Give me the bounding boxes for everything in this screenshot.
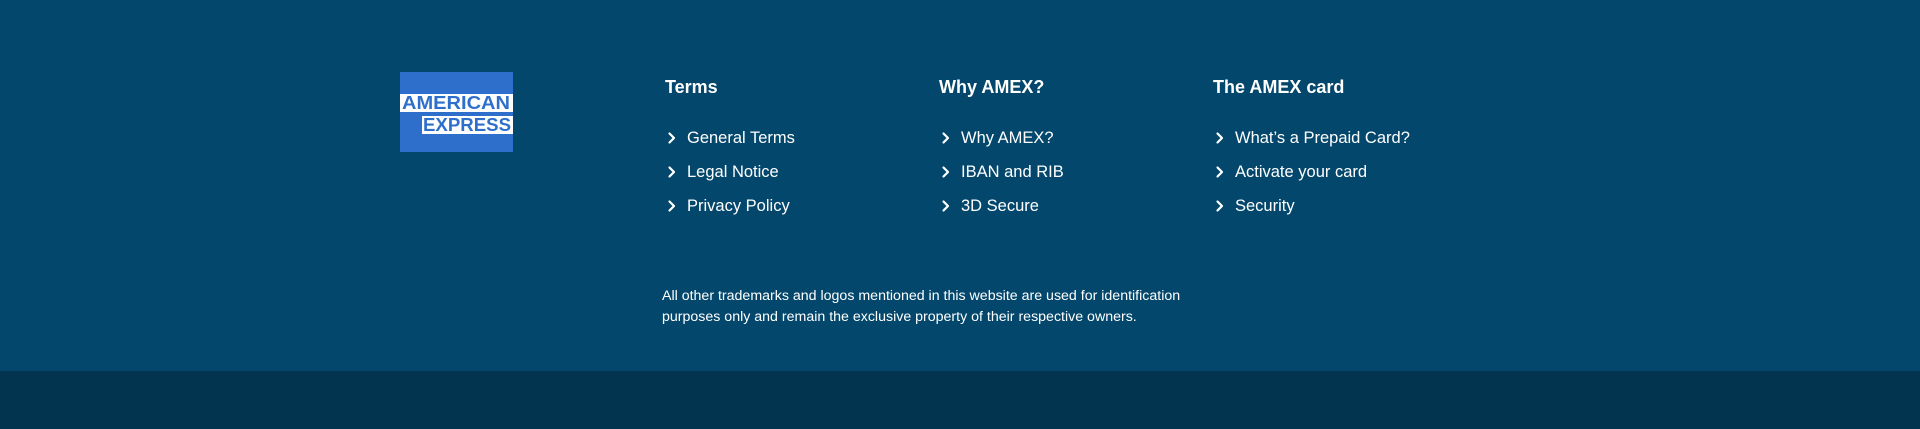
- footer: AMERICAN EXPRESS Terms General Terms Leg…: [0, 0, 1920, 371]
- chevron-right-icon: [1216, 166, 1224, 178]
- chevron-right-icon: [668, 132, 676, 144]
- link-label: IBAN and RIB: [961, 163, 1064, 181]
- chevron-right-icon: [668, 200, 676, 212]
- footer-link-security[interactable]: Security: [1213, 195, 1473, 229]
- column-heading: Terms: [665, 77, 718, 97]
- american-express-logo[interactable]: AMERICAN EXPRESS: [400, 72, 513, 152]
- footer-link-3d-secure[interactable]: 3D Secure: [939, 195, 1199, 229]
- link-label: 3D Secure: [961, 197, 1039, 215]
- footer-column-why-amex: Why AMEX? Why AMEX? IBAN and RIB 3D Secu…: [939, 76, 1199, 229]
- logo-line-2: EXPRESS: [423, 115, 511, 135]
- column-heading: The AMEX card: [1213, 77, 1345, 97]
- link-label: Privacy Policy: [687, 197, 790, 215]
- link-list: What’s a Prepaid Card? Activate your car…: [1213, 127, 1473, 229]
- footer-link-activate-card[interactable]: Activate your card: [1213, 161, 1473, 195]
- link-label: Activate your card: [1235, 163, 1368, 181]
- footer-link-general-terms[interactable]: General Terms: [665, 127, 925, 161]
- link-label: Security: [1235, 197, 1295, 215]
- chevron-right-icon: [668, 166, 676, 178]
- chevron-right-icon: [1216, 132, 1224, 144]
- link-label: Legal Notice: [687, 163, 779, 181]
- footer-column-the-amex-card: The AMEX card What’s a Prepaid Card? Act…: [1213, 76, 1473, 229]
- chevron-right-icon: [942, 200, 950, 212]
- footer-link-why-amex[interactable]: Why AMEX?: [939, 127, 1199, 161]
- chevron-right-icon: [942, 132, 950, 144]
- link-label: What’s a Prepaid Card?: [1235, 129, 1410, 147]
- link-label: Why AMEX?: [961, 129, 1054, 147]
- chevron-right-icon: [1216, 200, 1224, 212]
- footer-link-privacy-policy[interactable]: Privacy Policy: [665, 195, 925, 229]
- footer-bottom-bar: [0, 371, 1920, 429]
- amex-logo-mark: AMERICAN EXPRESS: [400, 72, 513, 152]
- link-list: Why AMEX? IBAN and RIB 3D Secure: [939, 127, 1199, 229]
- chevron-right-icon: [942, 166, 950, 178]
- footer-column-terms: Terms General Terms Legal Notice Privacy…: [665, 76, 925, 229]
- link-label: General Terms: [687, 129, 795, 147]
- trademark-disclaimer: All other trademarks and logos mentioned…: [662, 288, 1181, 326]
- footer-link-prepaid-card[interactable]: What’s a Prepaid Card?: [1213, 127, 1473, 161]
- footer-link-legal-notice[interactable]: Legal Notice: [665, 161, 925, 195]
- column-heading: Why AMEX?: [939, 77, 1045, 97]
- footer-link-iban-and-rib[interactable]: IBAN and RIB: [939, 161, 1199, 195]
- link-list: General Terms Legal Notice Privacy Polic…: [665, 127, 925, 229]
- logo-line-1: AMERICAN: [402, 93, 510, 113]
